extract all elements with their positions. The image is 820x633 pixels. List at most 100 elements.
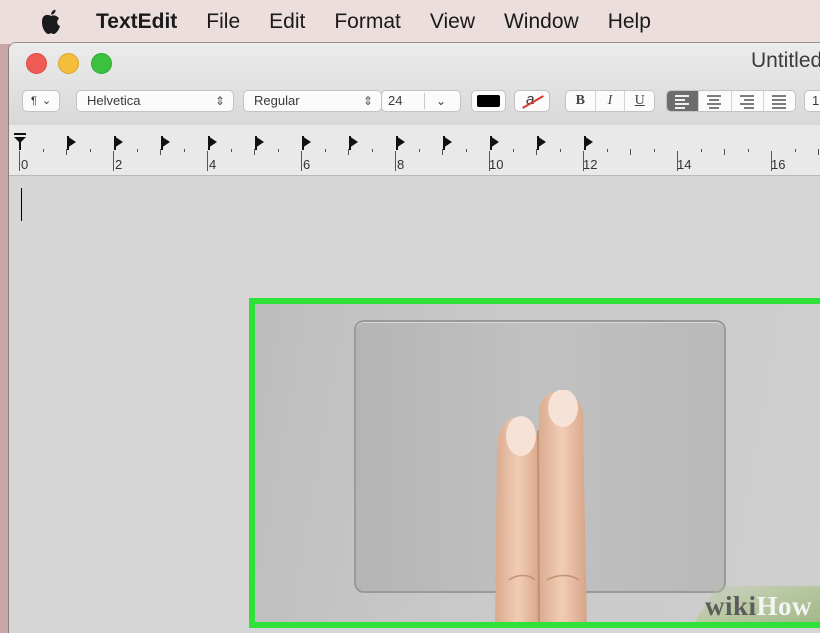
- ruler-tick: [747, 149, 749, 152]
- zoom-window-button[interactable]: [91, 53, 112, 74]
- menu-edit[interactable]: Edit: [269, 0, 305, 44]
- ruler-label: 12: [583, 157, 598, 172]
- tab-stop-stem: [443, 136, 445, 150]
- tab-stop-stem: [537, 136, 539, 150]
- text-color-well[interactable]: [471, 90, 506, 112]
- ruler-tick: [66, 149, 67, 155]
- ruler-label: 8: [397, 157, 405, 172]
- align-center-icon: [707, 95, 722, 111]
- up-down-arrows-icon: ⇕: [214, 94, 225, 108]
- tab-stop-stem: [67, 136, 69, 150]
- window-title: Untitled: [751, 49, 820, 72]
- font-family-value: Helvetica: [87, 93, 141, 108]
- tab-stop-stem: [114, 136, 116, 150]
- up-down-arrows-icon: ⇕: [362, 94, 373, 108]
- align-left-button[interactable]: [667, 91, 700, 111]
- typeface-popup[interactable]: Regular ⇕: [243, 90, 382, 112]
- font-size-combo[interactable]: 24 ⌄: [381, 90, 461, 112]
- ruler-tick: [653, 149, 655, 152]
- menu-view[interactable]: View: [430, 0, 475, 44]
- italic-button[interactable]: I: [596, 91, 626, 111]
- bold-button[interactable]: B: [566, 91, 596, 111]
- line-spacing-value: 1.: [812, 93, 820, 108]
- ruler-tick: [536, 149, 537, 155]
- ruler-tick: [348, 149, 349, 155]
- text-color-swatch: [477, 95, 500, 107]
- tab-stop-stem: [584, 136, 586, 150]
- tab-stop-stem: [302, 136, 304, 150]
- ruler-tick: [183, 149, 185, 152]
- justify-button[interactable]: [764, 91, 795, 111]
- ruler-tick: [160, 149, 161, 155]
- paragraph-icon: ¶: [31, 95, 37, 107]
- ruler-tick: [465, 149, 467, 152]
- ruler-tick: [42, 149, 44, 152]
- paragraph-style-popup[interactable]: ¶ ⌄: [22, 90, 60, 112]
- ruler-tick: [559, 149, 561, 152]
- ruler-tick: [442, 149, 443, 155]
- ruler-tick: [89, 149, 91, 152]
- ruler-tick: [19, 151, 20, 171]
- divider: [424, 93, 425, 109]
- tab-stop-stem: [208, 136, 210, 150]
- menu-help[interactable]: Help: [608, 0, 651, 44]
- ruler-tick: [371, 149, 373, 152]
- ruler-tick: [630, 149, 631, 155]
- wikihow-watermark: wikiHow: [705, 591, 813, 621]
- ruler-tick: [395, 151, 396, 171]
- menu-bar: TextEdit File Edit Format View Window He…: [0, 0, 820, 44]
- menu-format[interactable]: Format: [334, 0, 401, 44]
- indent-marker-icon[interactable]: [14, 133, 28, 151]
- trackpad-photo: wikiHow: [249, 298, 820, 628]
- minimize-window-button[interactable]: [58, 53, 79, 74]
- ruler-label: 10: [489, 157, 504, 172]
- tab-stop-stem: [490, 136, 492, 150]
- menu-app-name[interactable]: TextEdit: [96, 0, 177, 44]
- ruler-tick: [700, 149, 702, 152]
- ruler-tick: [207, 151, 208, 171]
- ruler-tick: [230, 149, 232, 152]
- ruler-tick: [301, 151, 302, 171]
- menu-window[interactable]: Window: [504, 0, 579, 44]
- align-center-button[interactable]: [699, 91, 732, 111]
- ruler-label: 4: [209, 157, 217, 172]
- tab-stop-stem: [349, 136, 351, 150]
- highlight-color-button[interactable]: a: [514, 90, 550, 112]
- ruler-tick: [277, 149, 279, 152]
- ruler-label: 14: [677, 157, 692, 172]
- ruler-label: 6: [303, 157, 311, 172]
- text-style-segmented-control: B I U: [565, 90, 655, 112]
- ruler[interactable]: 0 2 4 6 8 10 12 14 16: [9, 125, 820, 176]
- ruler-tick: [606, 149, 608, 152]
- text-caret: [21, 188, 22, 221]
- ruler-tick: [254, 149, 255, 155]
- ruler-tick: [818, 149, 819, 155]
- font-size-value[interactable]: 24: [388, 93, 402, 108]
- tab-stop-stem: [161, 136, 163, 150]
- ruler-tick: [418, 149, 420, 152]
- close-window-button[interactable]: [26, 53, 47, 74]
- align-left-icon: [675, 95, 689, 111]
- font-family-popup[interactable]: Helvetica ⇕: [76, 90, 234, 112]
- ruler-label: 2: [115, 157, 123, 172]
- ruler-tick: [724, 149, 725, 155]
- ruler-label: 16: [771, 157, 786, 172]
- two-finger-gesture-icon: [495, 390, 587, 622]
- align-right-icon: [739, 95, 754, 111]
- ruler-tick: [794, 149, 796, 152]
- ruler-tick: [512, 149, 514, 152]
- align-right-button[interactable]: [732, 91, 764, 111]
- chevron-down-icon[interactable]: ⌄: [436, 91, 446, 111]
- chevron-down-icon: ⌄: [41, 95, 52, 107]
- ruler-tick: [113, 151, 114, 171]
- tab-stop-stem: [396, 136, 398, 150]
- typeface-value: Regular: [254, 93, 300, 108]
- apple-logo-icon[interactable]: [38, 7, 64, 37]
- menu-file[interactable]: File: [206, 0, 240, 44]
- ruler-label: 0: [21, 157, 29, 172]
- underline-button[interactable]: U: [625, 91, 654, 111]
- alignment-segmented-control: [666, 90, 796, 112]
- line-spacing-popup[interactable]: 1.: [804, 90, 820, 112]
- justify-icon: [771, 95, 786, 111]
- title-bar: Untitled ¶ ⌄ Helvetica ⇕ Regular ⇕ 24 ⌄ …: [9, 43, 820, 126]
